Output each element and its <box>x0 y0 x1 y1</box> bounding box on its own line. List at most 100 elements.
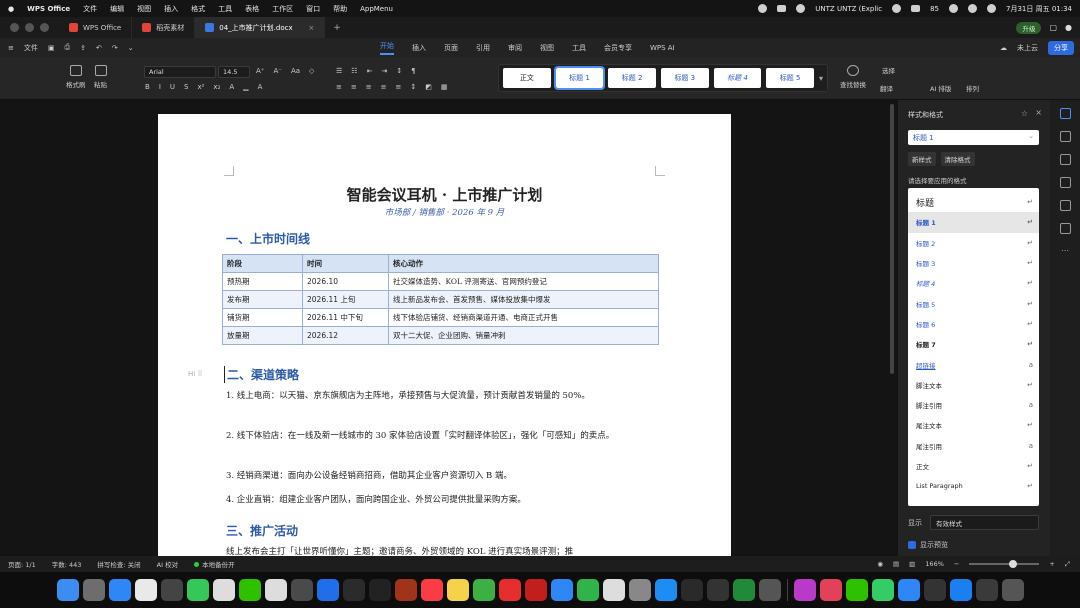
more-dots-icon[interactable]: ⋯ <box>1061 246 1069 255</box>
numbered-list-icon[interactable]: ☷ <box>351 67 357 75</box>
style-heading-2[interactable]: 标题 2 <box>608 68 656 88</box>
menu-item-tools[interactable]: 工具 <box>218 4 232 14</box>
tab-insert[interactable]: 插入 <box>412 43 426 53</box>
table-cell[interactable]: 线下体验店铺货、经销商渠道开通、电商正式开售 <box>388 308 659 327</box>
change-case-icon[interactable]: Aa <box>291 67 300 75</box>
tab-tools[interactable]: 工具 <box>572 43 586 53</box>
launchpad-icon[interactable] <box>82 579 105 601</box>
eye-icon[interactable]: ◉ <box>877 560 883 568</box>
style-item-footnote-text[interactable]: 脚注文本 ↵ <box>908 375 1039 395</box>
style-item-heading-5[interactable]: 标题 5 ↵ <box>908 293 1039 313</box>
highlight-icon[interactable]: ▁ <box>243 83 248 91</box>
menu-item-format[interactable]: 格式 <box>191 4 205 14</box>
vertical-scrollbar[interactable] <box>890 104 894 374</box>
fit-icon[interactable]: ⤢ <box>1065 560 1070 569</box>
align-right-icon[interactable]: ≡ <box>366 83 372 91</box>
close-icon[interactable]: × <box>1035 108 1042 117</box>
photos-icon[interactable] <box>264 579 287 601</box>
style-item-heading-2[interactable]: 标题 2 ↵ <box>908 233 1039 253</box>
section-heading-channels[interactable]: 二、渠道策略 <box>224 366 299 383</box>
shading-icon[interactable]: ◩ <box>425 83 432 91</box>
image-icon[interactable] <box>1059 200 1071 211</box>
more-icon[interactable]: ⌄ <box>128 44 134 52</box>
feishu-icon[interactable] <box>316 579 339 601</box>
notes-icon[interactable] <box>446 579 469 601</box>
table-cell[interactable]: 线上新品发布会、首发预售、媒体投放集中爆发 <box>388 290 659 309</box>
clear-format-icon[interactable]: ◇ <box>309 67 314 75</box>
zoom-window-button[interactable] <box>40 23 49 32</box>
style-item-heading-6[interactable]: 标题 6 ↵ <box>908 314 1039 334</box>
menu-item-appmenu[interactable]: AppMenu <box>360 5 393 13</box>
section-heading-promotion[interactable]: 三、推广活动 <box>226 522 298 539</box>
upgrade-button[interactable]: 升级 <box>1016 21 1042 34</box>
grow-font-icon[interactable]: A⁺ <box>256 67 264 75</box>
clock-dock-icon[interactable] <box>758 579 781 601</box>
messages-icon[interactable] <box>186 579 209 601</box>
finder-icon[interactable] <box>56 579 79 601</box>
show-styles-select[interactable]: 有效样式 <box>930 515 1039 530</box>
paste-button[interactable]: 粘贴 <box>94 65 107 89</box>
select-button[interactable]: 选择 <box>882 65 895 75</box>
sublime-icon[interactable] <box>342 579 365 601</box>
netease-music-icon[interactable] <box>498 579 521 601</box>
apple-icon[interactable]: ● <box>8 5 14 13</box>
zoom-slider-knob[interactable] <box>1009 560 1018 568</box>
numbers-icon[interactable] <box>576 579 599 601</box>
menu-item-edit[interactable]: 编辑 <box>110 4 124 14</box>
style-pane-icon[interactable] <box>1059 108 1071 119</box>
tab-wps-home[interactable]: WPS Office <box>59 17 133 38</box>
close-window-button[interactable] <box>10 23 19 32</box>
export-icon[interactable]: ⇪ <box>80 44 86 52</box>
tab-view[interactable]: 视图 <box>540 43 554 53</box>
app-menu-name[interactable]: WPS Office <box>27 5 70 13</box>
font-color-icon[interactable]: A <box>229 83 234 91</box>
tab-page[interactable]: 页面 <box>444 43 458 53</box>
style-item-endnote-text[interactable]: 尾注文本 ↵ <box>908 415 1039 435</box>
keychain-icon[interactable] <box>706 579 729 601</box>
facetime-icon[interactable] <box>871 579 894 601</box>
testflight-icon[interactable] <box>654 579 677 601</box>
close-tab-icon[interactable]: × <box>308 24 314 32</box>
document-subtitle[interactable]: 市场部 / 销售部 · 2026 年 9 月 <box>158 206 731 218</box>
style-item-footnote-ref[interactable]: 脚注引用 a <box>908 395 1039 415</box>
table-header-cell[interactable]: 阶段 <box>222 254 303 273</box>
tab-members[interactable]: 会员专享 <box>604 43 632 53</box>
clear-format-button[interactable]: 清除格式 <box>940 152 975 166</box>
web-view-icon[interactable]: ▥ <box>909 560 915 568</box>
style-item-heading-1[interactable]: 标题 1 ↵ <box>908 212 1039 233</box>
table-cell[interactable]: 发布期 <box>222 290 303 309</box>
line-spacing-icon[interactable]: ↕ <box>410 83 416 91</box>
table-cell[interactable]: 放量期 <box>222 326 303 345</box>
page-view-icon[interactable]: ▤ <box>893 560 899 568</box>
activity-monitor-icon[interactable] <box>368 579 391 601</box>
menu-item-help[interactable]: 帮助 <box>333 4 347 14</box>
font-family-select[interactable]: Arial <box>144 66 216 78</box>
backup-status[interactable]: 本地备份开 <box>194 559 235 569</box>
style-item-heading-7[interactable]: 标题 7 ↵ <box>908 334 1039 354</box>
ai-layout-button[interactable]: AI 排版 <box>930 83 951 93</box>
downloads-icon[interactable] <box>975 579 998 601</box>
show-marks-icon[interactable]: ¶ <box>411 67 415 75</box>
menu-item-insert[interactable]: 插入 <box>164 4 178 14</box>
timeline-table[interactable]: 阶段 时间 核心动作 预热期 2026.10 社交媒体造势、KOL 评测寄送、官… <box>222 254 659 345</box>
word-count[interactable]: 字数: 443 <box>52 559 82 569</box>
safari-icon[interactable] <box>108 579 131 601</box>
cloud-status[interactable]: 未上云 <box>1017 43 1038 53</box>
app-store-icon[interactable] <box>550 579 573 601</box>
translate-button[interactable]: 翻译 <box>880 83 893 93</box>
style-item-heading-3[interactable]: 标题 3 ↵ <box>908 253 1039 273</box>
menu-item-view[interactable]: 视图 <box>137 4 151 14</box>
current-style-select[interactable]: 标题 1 ⌄ <box>908 130 1039 145</box>
tab-docer[interactable]: 稻壳素材 <box>132 17 196 38</box>
wifi-icon[interactable] <box>949 4 959 13</box>
decrease-indent-icon[interactable]: ⇤ <box>367 67 373 75</box>
search-icon[interactable] <box>968 4 978 13</box>
menu-item-table[interactable]: 表格 <box>245 4 259 14</box>
paragraph-dealers[interactable]: 3. 经销商渠道：面向办公设备经销商招商，借助其企业客户资源切入 B 端。 <box>226 468 666 484</box>
table-header-cell[interactable]: 时间 <box>302 254 389 273</box>
show-preview-checkbox[interactable]: 显示预览 <box>908 540 948 550</box>
table-cell[interactable]: 2026.10 <box>302 272 389 291</box>
baidu-icon[interactable] <box>819 579 842 601</box>
style-item-title[interactable]: 标题 ↵ <box>908 192 1039 212</box>
strikethrough-icon[interactable]: S <box>184 83 188 91</box>
